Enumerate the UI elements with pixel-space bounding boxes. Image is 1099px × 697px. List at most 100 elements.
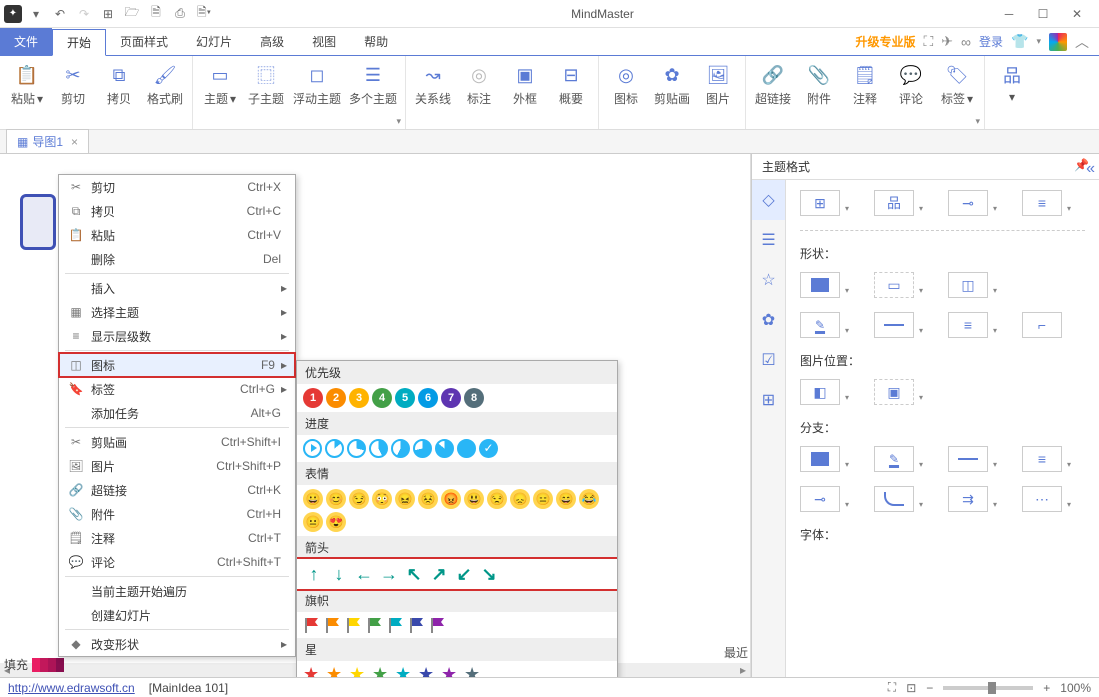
progress-icon[interactable] — [413, 439, 432, 458]
flag-icon[interactable] — [408, 616, 426, 634]
clipart-button[interactable]: ✿剪贴画 — [649, 60, 695, 109]
emoji-icon[interactable]: 😑 — [533, 489, 553, 509]
context-menu-item[interactable]: ◆改变形状▸ — [59, 632, 295, 656]
arrow-icon[interactable]: ↘ — [478, 563, 500, 585]
star-icon[interactable]: ★ — [326, 665, 346, 677]
layout-button[interactable]: ⊞ — [800, 190, 840, 216]
side-tab-clipart[interactable]: ✿ — [752, 300, 785, 340]
hierarchy-button[interactable]: 品 — [874, 190, 914, 216]
fullscreen-icon[interactable]: ⛶ — [888, 680, 896, 695]
arrow-icon[interactable]: ↑ — [303, 563, 325, 585]
line-style-button[interactable] — [874, 312, 914, 338]
progress-icon[interactable]: ✓ — [479, 439, 498, 458]
branch-line-button[interactable]: ✎ — [874, 446, 914, 472]
new-file-icon[interactable]: ⊞ — [98, 4, 118, 24]
context-menu-item[interactable]: ✂剪切Ctrl+X — [59, 175, 295, 199]
context-menu-item[interactable]: ⧉拷贝Ctrl+C — [59, 199, 295, 223]
flag-icon[interactable] — [429, 616, 447, 634]
progress-icon[interactable] — [435, 439, 454, 458]
branch-shape-button[interactable]: ⊸ — [800, 486, 840, 512]
flag-icon[interactable] — [387, 616, 405, 634]
close-tab-icon[interactable]: × — [71, 135, 78, 149]
dropdown-arrow-icon[interactable]: ▾ — [26, 4, 46, 24]
star-icon[interactable]: ★ — [303, 665, 323, 677]
zoom-slider[interactable] — [943, 686, 1033, 690]
relation-button[interactable]: ↝关系线 — [410, 60, 456, 109]
shape-style-button[interactable]: ▭ — [874, 272, 914, 298]
save-icon[interactable]: 🗎 — [146, 4, 166, 24]
side-tab-outline[interactable]: ☰ — [752, 220, 785, 260]
emoji-icon[interactable]: 😍 — [326, 512, 346, 532]
context-menu-item[interactable]: 当前主题开始遍历 — [59, 579, 295, 603]
icon-button[interactable]: ◎图标 — [603, 60, 649, 109]
note-button[interactable]: 🗒注释 — [842, 60, 888, 109]
star-icon[interactable]: ★ — [349, 665, 369, 677]
menu-tab-slides[interactable]: 幻灯片 — [182, 28, 246, 55]
emoji-icon[interactable]: 😒 — [487, 489, 507, 509]
side-tab-task[interactable]: ☑ — [752, 340, 785, 380]
emoji-icon[interactable]: 😣 — [418, 489, 438, 509]
emoji-icon[interactable]: 😡 — [441, 489, 461, 509]
connector-button[interactable]: ⊸ — [948, 190, 988, 216]
redo-icon[interactable]: ↷ — [74, 4, 94, 24]
context-menu-item[interactable]: 📎附件Ctrl+H — [59, 502, 295, 526]
context-menu-item[interactable]: ◫图标F9▸ — [59, 353, 295, 377]
arrow-icon[interactable]: ↓ — [328, 563, 350, 585]
emoji-icon[interactable]: 😐 — [303, 512, 323, 532]
topic-button[interactable]: ▭主题 ▾ — [197, 60, 243, 109]
emoji-icon[interactable]: 😄 — [556, 489, 576, 509]
star-icon[interactable]: ★ — [372, 665, 392, 677]
floattopic-button[interactable]: ◻浮动主题 — [289, 60, 345, 109]
priority-icon[interactable]: 6 — [418, 388, 438, 408]
file-tab[interactable]: ▦ 导图1 × — [6, 129, 89, 153]
group-dropdown-icon[interactable]: ▾ — [396, 116, 401, 127]
branch-color-button[interactable] — [800, 446, 840, 472]
emoji-icon[interactable]: 😂 — [579, 489, 599, 509]
priority-icon[interactable]: 7 — [441, 388, 461, 408]
progress-icon[interactable] — [347, 439, 366, 458]
context-menu-item[interactable]: 删除Del — [59, 247, 295, 271]
progress-icon[interactable] — [303, 439, 322, 458]
upgrade-link[interactable]: 升级专业版 — [855, 33, 915, 50]
star-icon[interactable]: ★ — [418, 665, 438, 677]
imgpos-left-button[interactable]: ◧ — [800, 379, 840, 405]
arrow-icon[interactable]: ← — [353, 563, 375, 585]
zoom-in-icon[interactable]: + — [1043, 681, 1050, 695]
group-dropdown-icon[interactable]: ▾ — [975, 116, 980, 127]
progress-icon[interactable] — [369, 439, 388, 458]
context-menu-item[interactable]: 🔖标签Ctrl+G▸ — [59, 377, 295, 401]
arrow-icon[interactable]: → — [378, 563, 400, 585]
emoji-icon[interactable]: 😞 — [510, 489, 530, 509]
context-menu-item[interactable]: ≡显示层级数▸ — [59, 324, 295, 348]
login-link[interactable]: 登录 — [979, 33, 1003, 50]
context-menu-item[interactable]: ▦选择主题▸ — [59, 300, 295, 324]
corner-button[interactable]: ⌐ — [1022, 312, 1062, 338]
context-menu-item[interactable]: 🖼图片Ctrl+Shift+P — [59, 454, 295, 478]
open-file-icon[interactable]: 🗁 — [122, 4, 142, 24]
branch-arrow-button[interactable]: ⇉ — [948, 486, 988, 512]
emoji-icon[interactable]: 😃 — [464, 489, 484, 509]
context-menu-item[interactable]: 💬评论Ctrl+Shift+T — [59, 550, 295, 574]
menu-tab-file[interactable]: 文件 — [0, 28, 52, 55]
priority-icon[interactable]: 2 — [326, 388, 346, 408]
subtopic-button[interactable]: ⿴子主题 — [243, 60, 289, 109]
tag-button[interactable]: 🏷标签 ▾ — [934, 60, 980, 109]
star-icon[interactable]: ★ — [395, 665, 415, 677]
summary-button[interactable]: ⊟概要 — [548, 60, 594, 109]
emoji-icon[interactable]: 😀 — [303, 489, 323, 509]
line-color-button[interactable]: ✎ — [800, 312, 840, 338]
branch-dash-button[interactable]: ⋯ — [1022, 486, 1062, 512]
flag-icon[interactable] — [366, 616, 384, 634]
list-button[interactable]: ≡ — [1022, 190, 1062, 216]
menu-tab-view[interactable]: 视图 — [298, 28, 350, 55]
menu-tab-pagestyle[interactable]: 页面样式 — [106, 28, 182, 55]
emoji-icon[interactable]: 😊 — [326, 489, 346, 509]
share-icon[interactable]: ∞ — [961, 34, 971, 50]
cut-button[interactable]: ✂剪切 — [50, 60, 96, 109]
context-menu-item[interactable]: 添加任务Alt+G — [59, 401, 295, 425]
menu-tab-start[interactable]: 开始 — [52, 29, 106, 56]
undo-icon[interactable]: ↶ — [50, 4, 70, 24]
paste-button[interactable]: 📋粘贴 ▾ — [4, 60, 50, 109]
progress-icon[interactable] — [457, 439, 476, 458]
zoom-out-icon[interactable]: − — [926, 681, 933, 695]
